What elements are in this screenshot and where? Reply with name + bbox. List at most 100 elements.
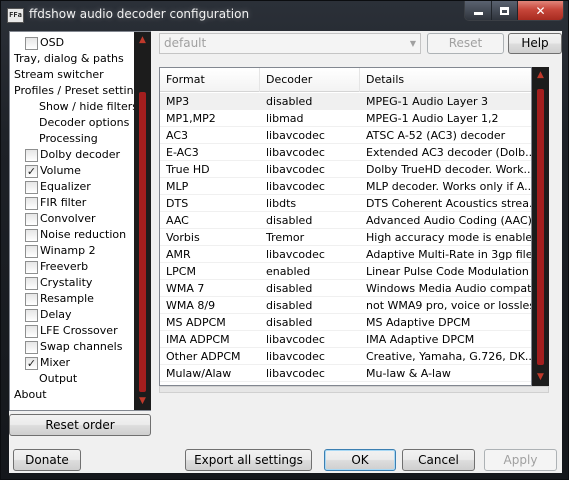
table-row[interactable]: LPCM enabled Linear Pulse Code Modulation bbox=[160, 263, 531, 280]
sidebar-item[interactable]: Convolver bbox=[10, 211, 132, 227]
sidebar-item-label: LFE Crossover bbox=[40, 324, 118, 337]
scroll-up-icon[interactable]: ▲ bbox=[134, 32, 151, 49]
scroll-down-icon[interactable]: ▼ bbox=[134, 393, 151, 410]
minimize-icon bbox=[473, 12, 483, 15]
app-icon[interactable]: FFa bbox=[7, 8, 24, 23]
sidebar-item[interactable]: Noise reduction bbox=[10, 227, 132, 243]
checkbox-checked[interactable]: ✓ bbox=[25, 165, 38, 178]
maximize-button[interactable] bbox=[492, 1, 518, 20]
sidebar-item-label: FIR filter bbox=[40, 196, 87, 209]
sidebar-item[interactable]: ✓ Volume bbox=[10, 163, 132, 179]
checkbox[interactable] bbox=[25, 293, 38, 306]
codec-list-hscrollbar[interactable] bbox=[159, 386, 549, 393]
sidebar-item[interactable]: LFE Crossover bbox=[10, 323, 132, 339]
preset-value: default bbox=[164, 36, 207, 50]
decoder-cell: disabled bbox=[266, 95, 313, 108]
table-row[interactable]: MS ADPCM disabled MS Adaptive DPCM bbox=[160, 314, 531, 331]
checkbox[interactable] bbox=[25, 325, 38, 338]
sidebar-item[interactable]: Stream switcher bbox=[10, 67, 132, 83]
checkbox[interactable] bbox=[25, 261, 38, 274]
sidebar-item[interactable]: Winamp 2 bbox=[10, 243, 132, 259]
codec-list[interactable]: Format Decoder Details MP3 disabled MPEG-1… bbox=[159, 67, 532, 386]
scroll-down-icon[interactable]: ▼ bbox=[532, 369, 549, 386]
scroll-up-icon[interactable]: ▲ bbox=[532, 67, 549, 84]
ok-button[interactable]: OK bbox=[324, 449, 396, 471]
column-header-details[interactable]: Details bbox=[360, 68, 531, 92]
sidebar-item-label: About bbox=[14, 388, 47, 401]
column-header-decoder[interactable]: Decoder bbox=[260, 68, 360, 92]
settings-tree[interactable]: OSD Tray, dialog & paths Stream switcher Pr… bbox=[9, 31, 151, 411]
table-row[interactable]: MP1,MP2 libmad MPEG-1 Audio Layer 1,2 bbox=[160, 110, 531, 127]
table-row[interactable]: True HD libavcodec Dolby TrueHD decoder. W… bbox=[160, 161, 532, 178]
cancel-button[interactable]: Cancel bbox=[402, 449, 475, 471]
table-row[interactable]: WMA 7 disabled Windows Media Audio compati… bbox=[160, 280, 531, 297]
sidebar-item[interactable]: Equalizer bbox=[10, 179, 132, 195]
table-row[interactable]: AAC disabled Advanced Audio Coding (AAC) bbox=[160, 212, 531, 229]
format-cell: MS ADPCM bbox=[166, 316, 226, 329]
scroll-thumb[interactable] bbox=[139, 92, 146, 392]
column-header-format[interactable]: Format bbox=[160, 68, 260, 92]
close-icon: ✕ bbox=[535, 3, 546, 18]
details-cell: High accuracy mode is enable... bbox=[366, 231, 532, 244]
help-button[interactable]: Help bbox=[508, 33, 562, 54]
table-row[interactable]: DTS libdts DTS Coherent Acoustics strea... bbox=[160, 195, 531, 212]
sidebar-item[interactable]: Output bbox=[10, 371, 132, 387]
checkbox[interactable] bbox=[25, 197, 38, 210]
table-row[interactable]: Vorbis Tremor High accuracy mode is enable… bbox=[160, 229, 532, 246]
scroll-thumb[interactable] bbox=[537, 89, 544, 365]
table-row[interactable]: MLP libavcodec MLP decoder. Works only if … bbox=[160, 178, 531, 195]
details-cell: Dolby TrueHD decoder. Work... bbox=[366, 163, 532, 176]
sidebar-item[interactable]: Delay bbox=[10, 307, 132, 323]
reset-preset-button[interactable]: Reset bbox=[427, 33, 504, 54]
export-settings-button[interactable]: Export all settings bbox=[185, 449, 312, 471]
preset-select[interactable]: default ▼ bbox=[159, 33, 421, 54]
table-row[interactable]: E-AC3 libavcodec Extended AC3 decoder (Dol… bbox=[160, 144, 531, 161]
donate-button[interactable]: Donate bbox=[13, 449, 81, 471]
decoder-cell: libavcodec bbox=[266, 333, 325, 346]
close-button[interactable]: ✕ bbox=[518, 1, 563, 20]
sidebar-item[interactable]: Decoder options bbox=[10, 115, 132, 131]
reset-order-button[interactable]: Reset order bbox=[9, 414, 151, 436]
sidebar-item[interactable]: Profiles / Preset settings bbox=[10, 83, 146, 99]
checkbox[interactable] bbox=[25, 341, 38, 354]
apply-button[interactable]: Apply bbox=[484, 449, 557, 471]
title-bar[interactable]: FFa ffdshow audio decoder configuration … bbox=[1, 1, 569, 31]
table-row[interactable]: AC3 libavcodec ATSC A-52 (AC3) decoder bbox=[160, 127, 531, 144]
table-row[interactable]: AMR libavcodec Adaptive Multi-Rate in 3gp … bbox=[160, 246, 531, 263]
checkbox[interactable] bbox=[25, 229, 38, 242]
sidebar-item[interactable]: FIR filter bbox=[10, 195, 132, 211]
sidebar-item[interactable]: OSD bbox=[10, 35, 132, 51]
sidebar-item[interactable]: About bbox=[10, 387, 132, 403]
sidebar-item[interactable]: Freeverb bbox=[10, 259, 132, 275]
table-row[interactable]: IMA ADPCM libavcodec IMA Adaptive DPCM bbox=[160, 331, 531, 348]
table-row[interactable]: Mulaw/Alaw libavcodec Mu-law & A-law bbox=[160, 365, 531, 382]
checkbox[interactable] bbox=[25, 277, 38, 290]
window-controls: ✕ bbox=[464, 1, 564, 21]
sidebar-item[interactable]: Resample bbox=[10, 291, 132, 307]
sidebar-item[interactable]: Crystality bbox=[10, 275, 132, 291]
checkbox[interactable] bbox=[25, 37, 38, 50]
sidebar-item[interactable]: ✓ Mixer bbox=[10, 355, 132, 371]
settings-tree-scrollbar[interactable]: ▲ ▼ bbox=[134, 32, 151, 410]
checkbox[interactable] bbox=[25, 245, 38, 258]
sidebar-item[interactable]: Show / hide filters bbox=[10, 99, 138, 115]
checkbox[interactable] bbox=[25, 149, 38, 162]
sidebar-item[interactable]: Tray, dialog & paths bbox=[10, 51, 132, 67]
codec-list-scrollbar[interactable]: ▲ ▼ bbox=[532, 67, 549, 386]
checkbox[interactable] bbox=[25, 213, 38, 226]
sidebar-item[interactable]: Processing bbox=[10, 131, 132, 147]
format-cell: AAC bbox=[166, 214, 189, 227]
checkbox[interactable] bbox=[25, 181, 38, 194]
table-row[interactable]: WMA 8/9 disabled not WMA9 pro, voice or lo… bbox=[160, 297, 531, 314]
checkbox-checked[interactable]: ✓ bbox=[25, 357, 38, 370]
sidebar-item-label: Tray, dialog & paths bbox=[14, 52, 124, 65]
sidebar-item-label: Decoder options bbox=[39, 116, 130, 129]
table-row[interactable]: MP3 disabled MPEG-1 Audio Layer 3 bbox=[160, 93, 531, 110]
table-row[interactable]: Other ADPCM libavcodec Creative, Yamaha, G… bbox=[160, 348, 531, 365]
checkbox[interactable] bbox=[25, 309, 38, 322]
format-cell: Other ADPCM bbox=[166, 350, 241, 363]
decoder-cell: libavcodec bbox=[266, 180, 325, 193]
sidebar-item[interactable]: Swap channels bbox=[10, 339, 132, 355]
minimize-button[interactable] bbox=[465, 1, 492, 20]
sidebar-item[interactable]: Dolby decoder bbox=[10, 147, 132, 163]
